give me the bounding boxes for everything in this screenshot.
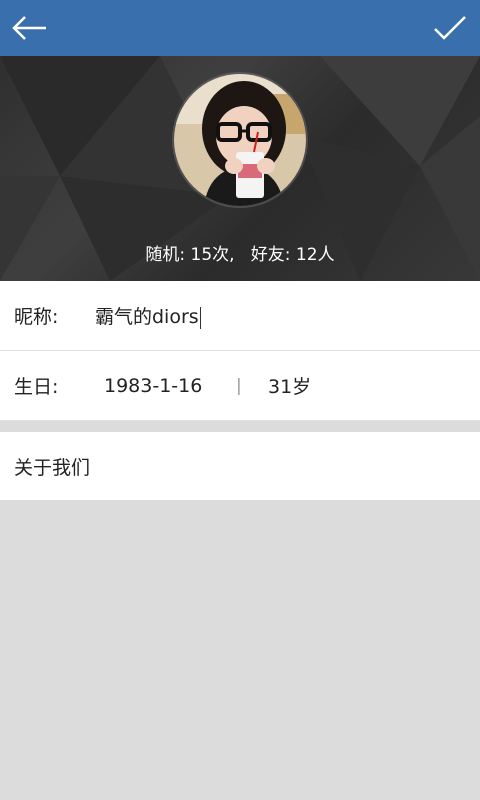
nickname-input[interactable]: 霸气的diors <box>95 302 201 329</box>
arrow-left-icon <box>12 16 46 40</box>
nickname-row[interactable]: 昵称: 霸气的diors <box>0 281 480 351</box>
text-cursor <box>199 306 201 329</box>
separator: | <box>236 375 242 396</box>
confirm-button[interactable] <box>430 10 470 46</box>
stats-text: 随机: 15次, 好友: 12人 <box>145 245 335 265</box>
section-gap <box>0 421 480 432</box>
birthday-value[interactable]: 1983-1-16 <box>104 375 202 397</box>
top-bar <box>0 0 480 56</box>
about-us-label: 关于我们 <box>14 456 91 479</box>
age-value: 31岁 <box>268 376 312 398</box>
profile-header: 随机: 15次, 好友: 12人 <box>0 56 480 281</box>
avatar[interactable] <box>174 74 306 206</box>
nickname-label: 昵称: <box>14 306 59 328</box>
birthday-label: 生日: <box>14 376 59 398</box>
checkmark-icon <box>434 16 466 40</box>
avatar-photo <box>174 74 306 206</box>
back-button[interactable] <box>10 10 50 46</box>
nickname-value: 霸气的diors <box>95 306 199 328</box>
about-us-item[interactable]: 关于我们 <box>0 432 480 500</box>
birthday-row[interactable]: 生日: 1983-1-16 | 31岁 <box>0 351 480 421</box>
